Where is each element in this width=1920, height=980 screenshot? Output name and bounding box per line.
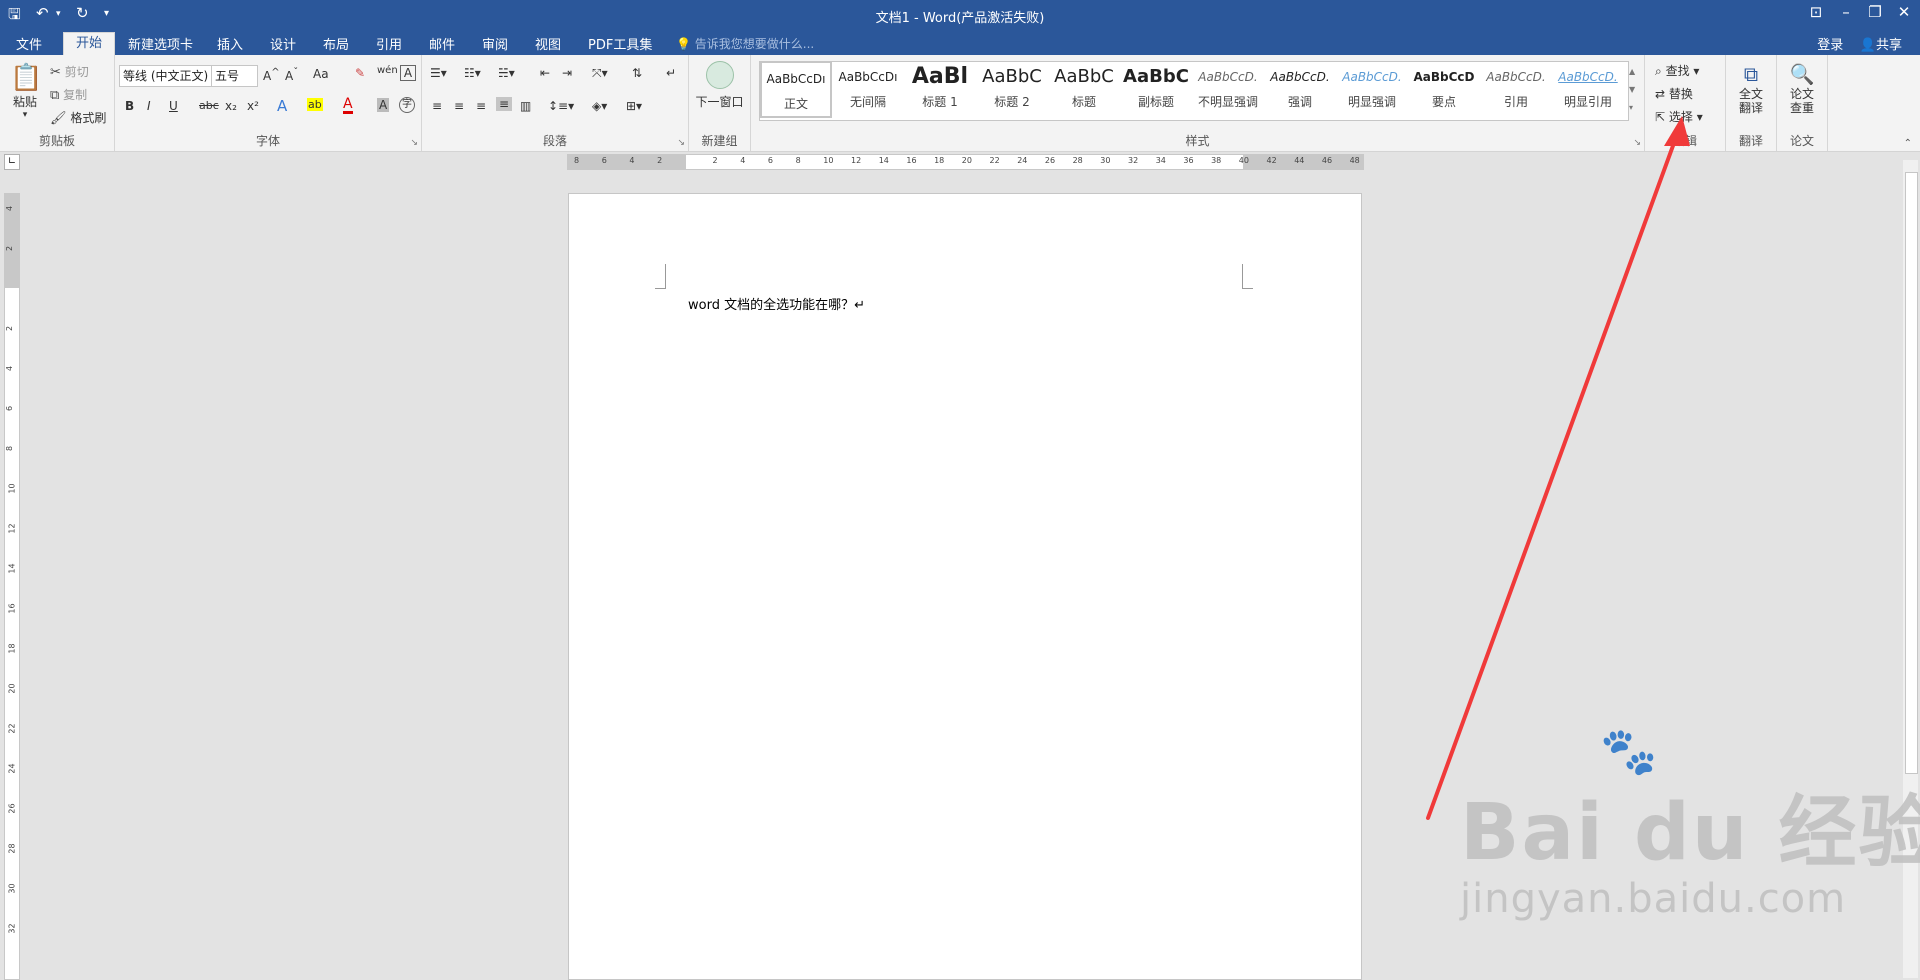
arrow-head	[1664, 116, 1690, 146]
watermark-brand: Bai du 经验	[1460, 788, 1920, 878]
paw-logo-icon: 🐾	[1600, 724, 1658, 778]
watermark-url: jingyan.baidu.com	[1460, 876, 1847, 922]
baidu-watermark: 🐾 Bai du 经验 jingyan.baidu.com	[1460, 724, 1920, 922]
arrow-shaft	[1426, 130, 1680, 820]
